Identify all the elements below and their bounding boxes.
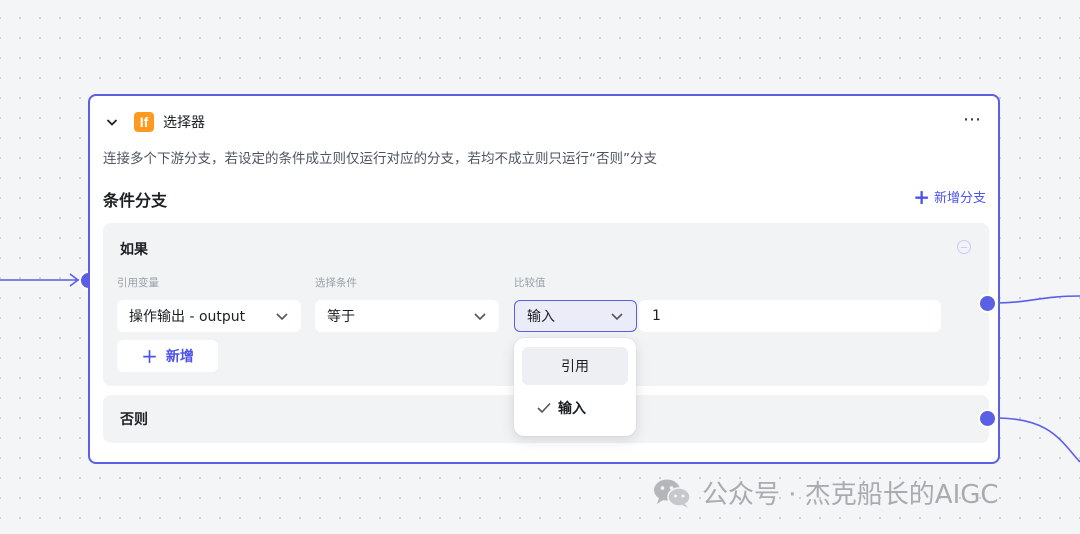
condition-select[interactable]: 等于: [315, 300, 499, 332]
if-node-icon: If: [134, 112, 154, 132]
add-condition-button[interactable]: + 新增: [117, 340, 218, 372]
dropdown-option-input[interactable]: 输入: [522, 389, 628, 427]
if-label: 如果: [120, 242, 148, 258]
else-label: 否则: [120, 412, 148, 428]
add-branch-label: 新增分支: [933, 191, 986, 206]
chevron-down-icon: [611, 313, 623, 321]
compare-value-label: 比较值: [514, 277, 546, 289]
add-condition-label: 新增: [165, 349, 194, 365]
option-label: 引用: [561, 359, 589, 375]
watermark: 公众号 · 杰克船长的AIGC: [652, 474, 999, 511]
compare-value-input[interactable]: 1: [639, 300, 941, 332]
option-label: 输入: [558, 401, 586, 417]
ref-variable-select[interactable]: 操作输出 - output: [117, 300, 301, 332]
plus-icon: +: [141, 344, 158, 368]
node-title: 选择器: [163, 115, 205, 131]
chevron-down-icon: [276, 313, 288, 321]
compare-type-select[interactable]: 输入: [514, 300, 637, 332]
condition-branch-title: 条件分支: [103, 191, 168, 210]
node-header: If 选择器: [104, 110, 205, 134]
compare-type-value: 输入: [527, 309, 555, 325]
ref-variable-value: 操作输出 - output: [129, 309, 246, 325]
watermark-text: 公众号 · 杰克船长的AIGC: [702, 480, 999, 510]
condition-value: 等于: [327, 309, 355, 325]
chevron-down-icon: [474, 313, 486, 321]
if-output-port[interactable]: [978, 294, 997, 313]
compare-type-dropdown: 引用 输入: [514, 338, 636, 436]
add-branch-button[interactable]: + 新增分支: [913, 184, 986, 209]
else-output-port[interactable]: [978, 409, 997, 428]
remove-branch-icon[interactable]: [957, 240, 971, 254]
dropdown-option-reference[interactable]: 引用: [522, 347, 628, 385]
ref-variable-label: 引用变量: [117, 277, 159, 289]
wechat-icon: [654, 479, 691, 508]
more-options-icon[interactable]: ⋯: [963, 110, 982, 130]
node-description: 连接多个下游分支，若设定的条件成立则仅运行对应的分支，若均不成立则只运行“否则”…: [103, 151, 657, 167]
check-icon: [537, 402, 551, 414]
condition-label: 选择条件: [315, 277, 357, 289]
collapse-chevron-icon[interactable]: [104, 114, 120, 130]
plus-icon: +: [913, 184, 930, 209]
